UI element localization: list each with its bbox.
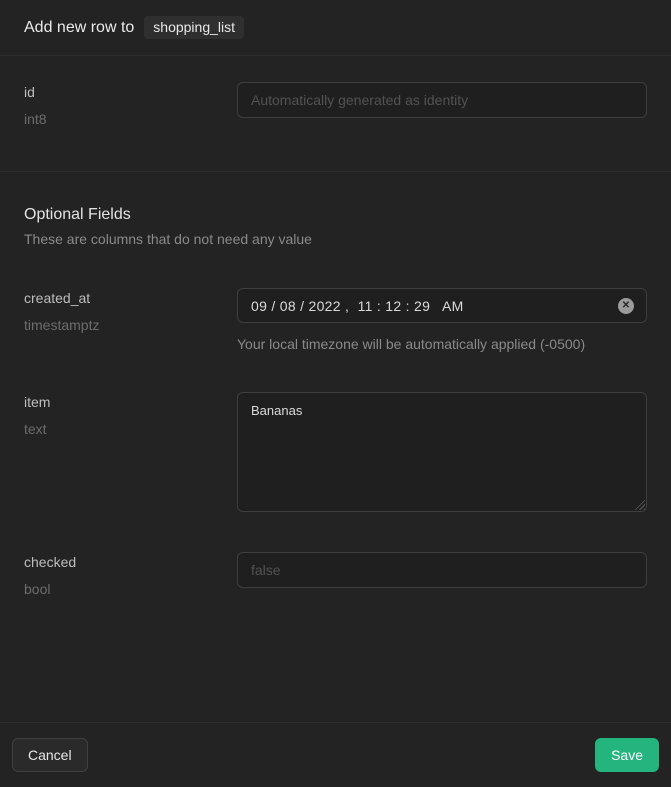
optional-fields-title: Optional Fields [24, 206, 647, 224]
cancel-button[interactable]: Cancel [12, 738, 88, 772]
field-row-item: item text Bananas [24, 392, 647, 512]
field-label-col-created-at: created_at timestamptz [24, 288, 213, 352]
field-type-item: text [24, 421, 213, 437]
required-fields-section: id int8 [0, 56, 671, 172]
field-label-created-at: created_at [24, 290, 213, 306]
panel-title-text: Add new row to [24, 19, 134, 37]
item-textarea[interactable]: Bananas [237, 392, 647, 512]
field-label-col-checked: checked bool [24, 552, 213, 597]
field-type-id: int8 [24, 111, 213, 127]
field-label-col-id: id int8 [24, 82, 213, 127]
field-input-col-created-at: 09 / 08 / 2022 , 11 : 12 : 29 AM ✕ Your … [237, 288, 647, 352]
created-at-datetime-input[interactable]: 09 / 08 / 2022 , 11 : 12 : 29 AM ✕ [237, 288, 647, 323]
optional-fields-header: Optional Fields These are columns that d… [0, 172, 671, 247]
field-label-id: id [24, 84, 213, 100]
table-name-badge: shopping_list [144, 16, 244, 39]
field-row-id: id int8 [24, 82, 647, 127]
page-title: Add new row to shopping_list [24, 16, 244, 39]
created-at-datetime-value: 09 / 08 / 2022 , 11 : 12 : 29 AM [251, 298, 464, 314]
field-input-col-id [237, 82, 647, 127]
id-input[interactable] [237, 82, 647, 118]
timezone-helper-text: Your local timezone will be automaticall… [237, 336, 647, 352]
field-row-created-at: created_at timestamptz 09 / 08 / 2022 , … [24, 288, 647, 352]
circle-x-icon[interactable]: ✕ [618, 298, 634, 314]
panel-footer: Cancel Save [0, 722, 671, 787]
field-row-checked: checked bool [24, 552, 647, 597]
field-label-checked: checked [24, 554, 213, 570]
field-input-col-item: Bananas [237, 392, 647, 512]
save-button[interactable]: Save [595, 738, 659, 772]
field-label-col-item: item text [24, 392, 213, 512]
panel-header: Add new row to shopping_list [0, 0, 671, 56]
add-row-panel: Add new row to shopping_list id int8 Opt… [0, 0, 671, 787]
field-type-created-at: timestamptz [24, 317, 213, 333]
field-input-col-checked [237, 552, 647, 597]
item-textarea-wrap: Bananas [237, 392, 647, 512]
checked-input[interactable] [237, 552, 647, 588]
optional-fields-section: created_at timestamptz 09 / 08 / 2022 , … [0, 247, 671, 597]
field-label-item: item [24, 394, 213, 410]
optional-fields-subtitle: These are columns that do not need any v… [24, 231, 647, 247]
field-type-checked: bool [24, 581, 213, 597]
